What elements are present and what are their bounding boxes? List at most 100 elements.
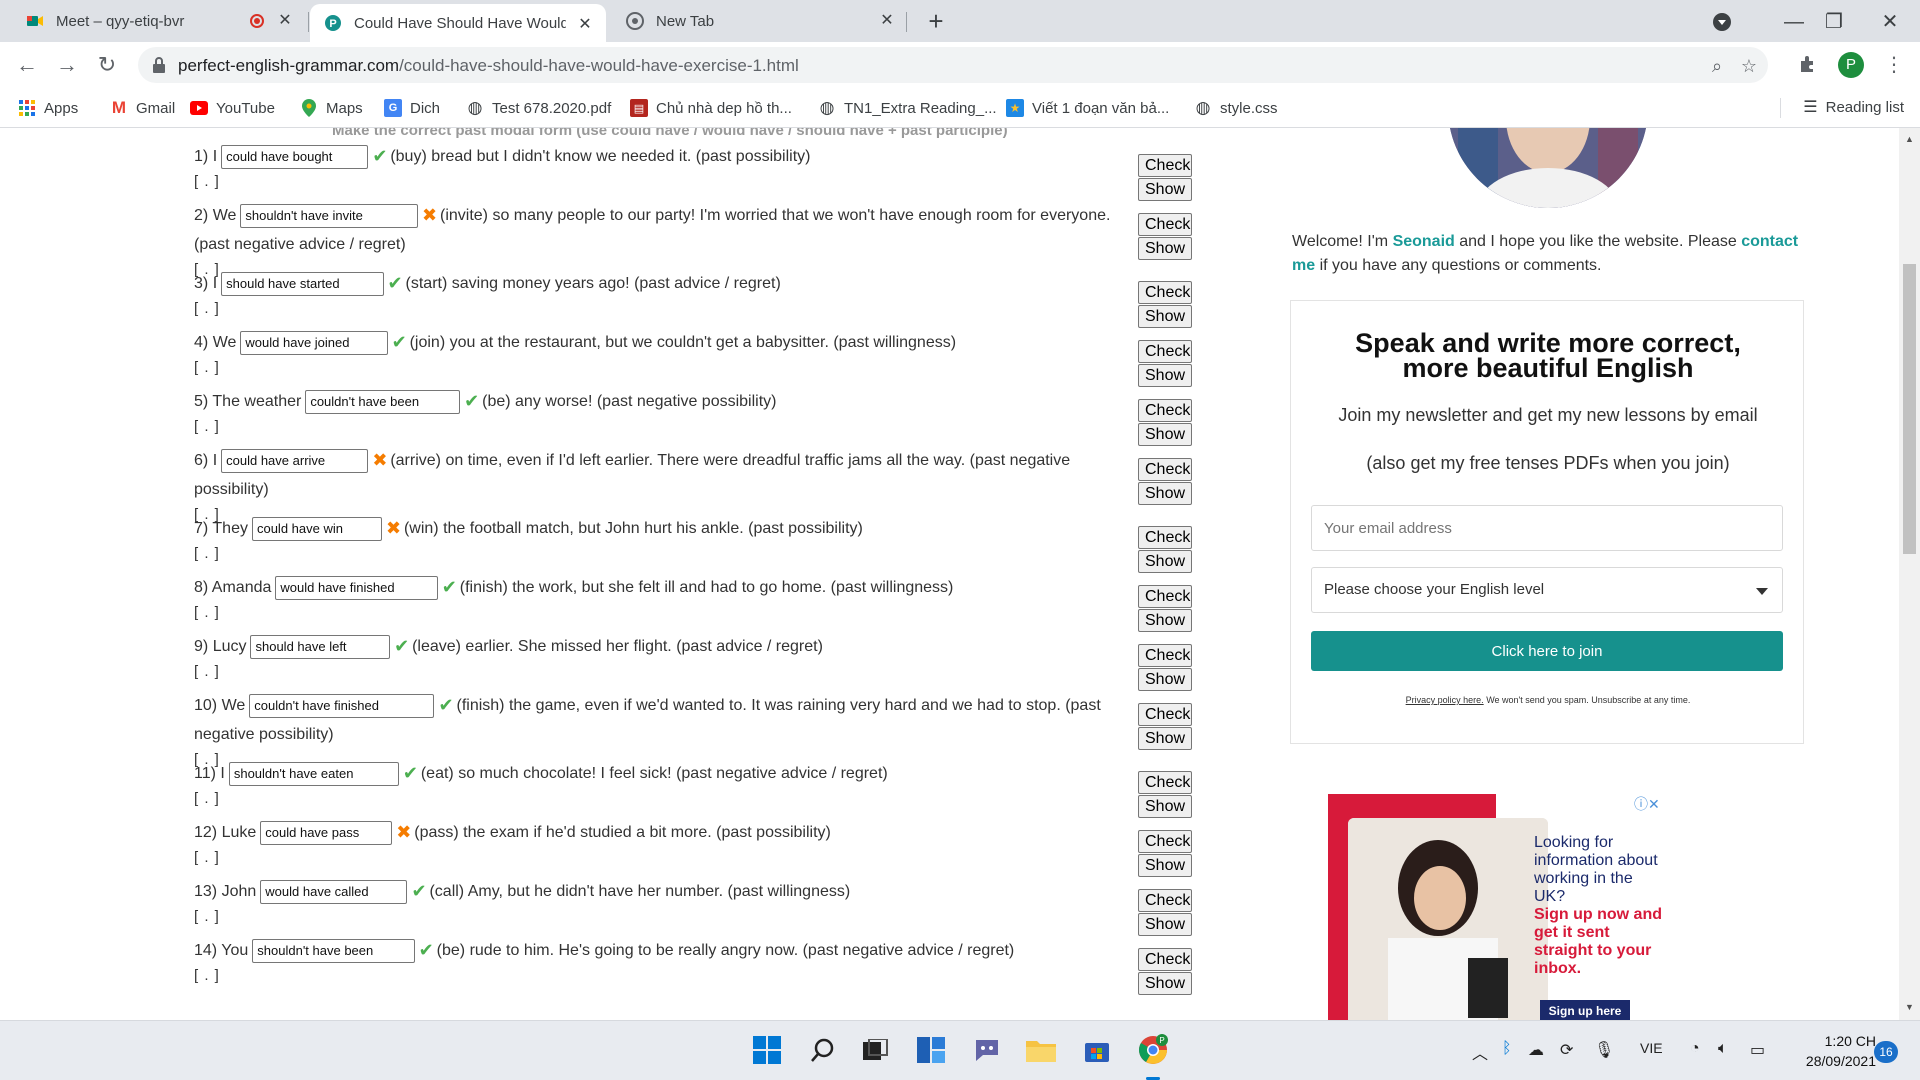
sync-icon[interactable]: ⟳ [1560,1040,1573,1060]
tray-overflow-chevron-icon[interactable]: ︿ [1472,1040,1488,1064]
show-button[interactable]: Show [1138,972,1192,995]
check-button[interactable]: Check [1138,154,1192,177]
close-tab-icon[interactable]: ✕ [576,16,594,34]
show-button[interactable]: Show [1138,423,1192,446]
check-button[interactable]: Check [1138,771,1192,794]
ad-close-icon[interactable]: ⓘ✕ [1634,794,1660,814]
zoom-icon[interactable]: ⌕ [1706,55,1728,77]
bookmark-style-css[interactable]: ◍ style.css [1194,97,1278,119]
check-button[interactable]: Check [1138,585,1192,608]
search-icon[interactable] [804,1031,842,1069]
advertisement[interactable]: Looking for information about working in… [1328,794,1668,1020]
answer-input[interactable] [250,634,391,659]
show-button[interactable]: Show [1138,727,1192,750]
check-button[interactable]: Check [1138,948,1192,971]
tab-active-exercise[interactable]: P Could Have Should Have Would ✕ [310,4,606,42]
check-button[interactable]: Check [1138,458,1192,481]
check-button[interactable]: Check [1138,213,1192,236]
bookmark-tn1[interactable]: ◍ TN1_Extra Reading_... [818,97,997,119]
check-button[interactable]: Check [1138,281,1192,304]
show-button[interactable]: Show [1138,237,1192,260]
answer-input[interactable] [305,389,461,414]
show-button[interactable]: Show [1138,668,1192,691]
bookmark-star-icon[interactable]: ☆ [1738,55,1760,77]
answer-input[interactable] [221,144,369,169]
check-button[interactable]: Check [1138,526,1192,549]
show-button[interactable]: Show [1138,364,1192,387]
check-button[interactable]: Check [1138,340,1192,363]
volume-icon[interactable]: 🔈︎ [1718,1040,1728,1058]
answer-input[interactable] [252,938,415,963]
bookmark-gmail[interactable]: M Gmail [110,97,175,119]
show-button[interactable]: Show [1138,795,1192,818]
page-scrollbar[interactable]: ▲ ▼ [1899,128,1920,1020]
show-button[interactable]: Show [1138,854,1192,877]
forward-icon[interactable]: → [52,50,82,80]
bookmark-maps[interactable]: Maps [300,97,363,119]
onedrive-cloud-icon[interactable]: ☁ [1528,1040,1544,1060]
store-icon[interactable] [1078,1031,1116,1069]
answer-input[interactable] [221,448,369,473]
check-button[interactable]: Check [1138,644,1192,667]
answer-input[interactable] [240,203,418,228]
reload-icon[interactable]: ↻ [92,50,122,80]
tab-meet[interactable]: Meet – qyy-etiq-bvr ✕ [12,0,306,42]
show-button[interactable]: Show [1138,178,1192,201]
teams-chat-icon[interactable] [968,1031,1006,1069]
extensions-puzzle-icon[interactable] [1798,54,1820,76]
kebab-menu-icon[interactable]: ⋮ [1884,52,1904,78]
input-language[interactable]: VIE [1640,1040,1663,1056]
close-window-icon[interactable]: ✕ [1876,8,1904,36]
maximize-icon[interactable]: ❐ [1820,8,1848,36]
file-explorer-icon[interactable] [1022,1031,1060,1069]
check-button[interactable]: Check [1138,399,1192,422]
bookmark-viet[interactable]: ★ Viết 1 đoạn văn bả... [1006,97,1169,119]
close-tab-icon[interactable]: ✕ [878,12,896,30]
answer-input[interactable] [260,820,393,845]
profile-avatar[interactable]: P [1838,52,1864,78]
bookmark-chu-nha[interactable]: ▤ Chủ nhà dep hồ th... [630,97,792,119]
scroll-down-icon[interactable]: ▼ [1905,1002,1914,1012]
start-menu-icon[interactable] [748,1031,786,1069]
author-name-link[interactable]: Seonaid [1393,233,1455,250]
wifi-icon[interactable]: ◔ [1690,1040,1700,1058]
new-tab-button[interactable]: + [922,8,950,36]
email-field[interactable] [1311,505,1783,551]
chrome-taskbar-icon[interactable]: P [1134,1031,1172,1069]
tab-search-icon[interactable] [1708,8,1736,36]
reading-list-button[interactable]: ☰ Reading list [1803,97,1904,117]
widgets-icon[interactable] [912,1031,950,1069]
system-clock[interactable]: 1:20 CH 28/09/2021 [1788,1031,1876,1071]
answer-input[interactable] [228,761,399,786]
privacy-policy-link[interactable]: Privacy policy here. [1406,695,1484,705]
show-button[interactable]: Show [1138,550,1192,573]
check-button[interactable]: Check [1138,830,1192,853]
answer-input[interactable] [275,575,438,600]
show-button[interactable]: Show [1138,482,1192,505]
answer-input[interactable] [240,330,388,355]
check-button[interactable]: Check [1138,889,1192,912]
notification-count-badge[interactable]: 16 [1874,1041,1898,1063]
check-button[interactable]: Check [1138,703,1192,726]
battery-icon[interactable]: ▭ [1750,1040,1765,1060]
microphone-icon[interactable]: 🎙︎ [1594,1040,1614,1060]
back-icon[interactable]: ← [12,50,42,80]
show-button[interactable]: Show [1138,609,1192,632]
answer-input[interactable] [251,516,382,541]
bookmark-youtube[interactable]: YouTube [190,97,275,119]
scroll-up-icon[interactable]: ▲ [1905,134,1914,144]
show-button[interactable]: Show [1138,305,1192,328]
bookmark-apps[interactable]: Apps [18,97,78,119]
english-level-select[interactable]: Please choose your English level [1311,567,1783,613]
answer-input[interactable] [221,271,384,296]
tab-new-tab[interactable]: New Tab ✕ [612,0,908,42]
answer-input[interactable] [260,879,408,904]
address-bar[interactable]: perfect-english-grammar.com/could-have-s… [138,47,1768,83]
minimize-icon[interactable]: — [1780,8,1808,36]
scrollbar-thumb[interactable] [1903,264,1916,554]
show-button[interactable]: Show [1138,913,1192,936]
ad-signup-button[interactable]: Sign up here [1540,1000,1630,1020]
answer-input[interactable] [249,693,435,718]
bookmark-dich[interactable]: G Dich [384,97,440,119]
close-tab-icon[interactable]: ✕ [276,12,294,30]
